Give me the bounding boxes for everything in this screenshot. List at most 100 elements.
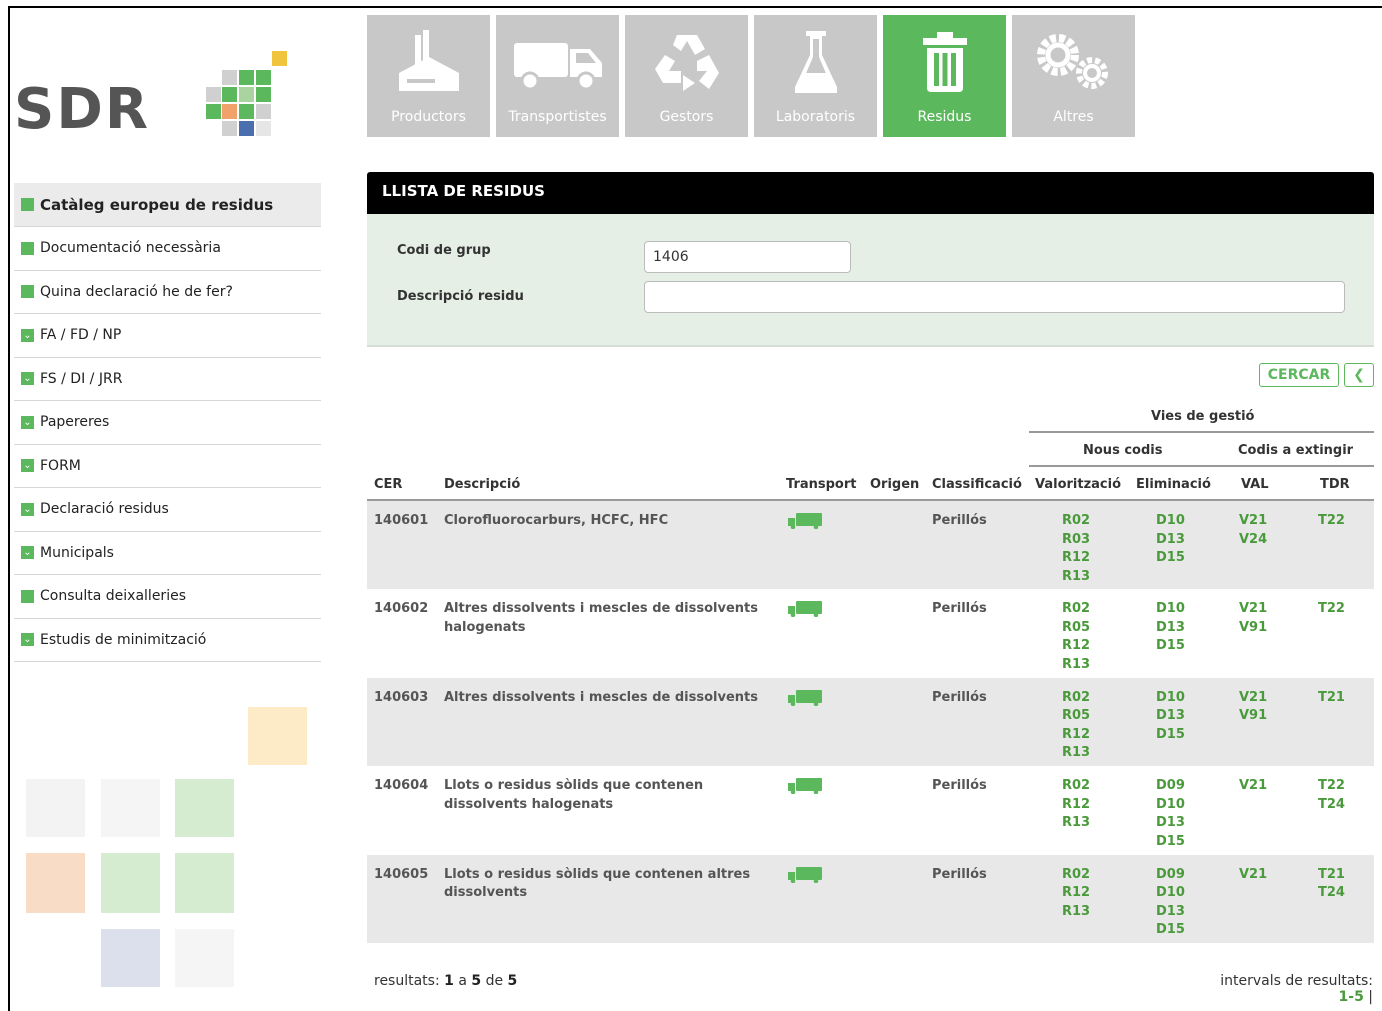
code-link[interactable]: R05 xyxy=(1062,619,1090,638)
tab-residus[interactable]: Residus xyxy=(883,15,1006,137)
code-link[interactable]: V21 xyxy=(1239,512,1267,531)
truck-icon[interactable] xyxy=(787,778,823,801)
code-link[interactable]: D15 xyxy=(1156,549,1185,568)
code-link[interactable]: R02 xyxy=(1062,689,1090,708)
tab-altres[interactable]: Altres xyxy=(1012,15,1135,137)
code-link[interactable]: T22 xyxy=(1318,512,1345,531)
truck-icon[interactable] xyxy=(787,513,823,536)
table-row[interactable]: 140603 Altres dissolvents i mescles de di… xyxy=(367,677,1374,766)
code-link[interactable]: D13 xyxy=(1156,707,1185,726)
sidebar-item-form[interactable]: ⌄ FORM xyxy=(14,445,321,488)
code-link[interactable]: R05 xyxy=(1062,707,1090,726)
code-link[interactable]: R02 xyxy=(1062,600,1090,619)
code-link[interactable]: R02 xyxy=(1062,866,1090,885)
sidebar-item-cataleg[interactable]: Catàleg europeu de residus xyxy=(14,183,321,227)
code-link[interactable]: T21 xyxy=(1318,866,1345,885)
logo-square xyxy=(222,70,237,85)
sidebar-item-label: FA / FD / NP xyxy=(40,327,122,344)
sdr-logo[interactable]: SDR xyxy=(14,48,294,138)
sidebar-item-municipals[interactable]: ⌄ Municipals xyxy=(14,532,321,575)
sidebar-item-declaracio-residus[interactable]: ⌄ Declaració residus xyxy=(14,488,321,532)
code-link[interactable]: D15 xyxy=(1156,637,1185,656)
code-link[interactable]: D10 xyxy=(1156,884,1185,903)
code-link[interactable]: V91 xyxy=(1239,707,1267,726)
back-button[interactable]: ❮ xyxy=(1344,363,1374,387)
code-link[interactable]: D10 xyxy=(1156,600,1185,619)
code-link[interactable]: R12 xyxy=(1062,726,1090,745)
truck-icon[interactable] xyxy=(787,601,823,624)
tab-label: Productors xyxy=(391,109,466,125)
sidebar-item-fa-fd-np[interactable]: ⌄ FA / FD / NP xyxy=(14,314,321,358)
code-link[interactable]: R03 xyxy=(1062,531,1090,550)
decorative-square xyxy=(26,779,85,837)
code-link[interactable]: R13 xyxy=(1062,744,1090,763)
tab-gestors[interactable]: Gestors xyxy=(625,15,748,137)
code-link[interactable]: V21 xyxy=(1239,777,1267,796)
tab-laboratoris[interactable]: Laboratoris xyxy=(754,15,877,137)
sidebar-item-estudis-minimitzacio[interactable]: ⌄ Estudis de minimització xyxy=(14,619,321,662)
code-link[interactable]: V21 xyxy=(1239,600,1267,619)
code-link[interactable]: D15 xyxy=(1156,921,1185,940)
code-link[interactable]: R12 xyxy=(1062,637,1090,656)
valoritzacio-codes: R02 R03 R12 R13 xyxy=(1062,512,1090,586)
sidebar-item-papereres[interactable]: ⌄ Papereres xyxy=(14,401,321,445)
code-link[interactable]: R12 xyxy=(1062,796,1090,815)
code-link[interactable]: D15 xyxy=(1156,833,1185,852)
group-code-input[interactable] xyxy=(644,241,851,273)
code-link[interactable]: R02 xyxy=(1062,512,1090,531)
code-link[interactable]: D10 xyxy=(1156,689,1185,708)
code-link[interactable]: D09 xyxy=(1156,777,1185,796)
interval-link[interactable]: 1-5 xyxy=(1339,989,1364,1005)
code-link[interactable]: D09 xyxy=(1156,866,1185,885)
code-link[interactable]: R13 xyxy=(1062,656,1090,675)
column-header-valoritzacio: Valorització xyxy=(1035,477,1122,492)
sidebar-item-fs-di-jrr[interactable]: ⌄ FS / DI / JRR xyxy=(14,358,321,401)
truck-icon[interactable] xyxy=(787,689,823,713)
code-link[interactable]: T21 xyxy=(1318,689,1345,708)
code-link[interactable]: R12 xyxy=(1062,549,1090,568)
code-link[interactable]: T22 xyxy=(1318,777,1345,796)
code-link[interactable]: V24 xyxy=(1239,531,1267,550)
logo-square xyxy=(239,121,254,136)
truck-icon[interactable] xyxy=(787,866,823,890)
code-link[interactable]: D10 xyxy=(1156,512,1185,531)
code-link[interactable]: D13 xyxy=(1156,903,1185,922)
logo-square xyxy=(239,87,254,102)
code-link[interactable]: D13 xyxy=(1156,619,1185,638)
sidebar-item-documentacio[interactable]: Documentació necessària xyxy=(14,227,321,271)
code-link[interactable]: V21 xyxy=(1239,866,1267,885)
sidebar-item-consulta-deixalleries[interactable]: Consulta deixalleries xyxy=(14,575,321,619)
tab-transportistes[interactable]: Transportistes xyxy=(496,15,619,137)
code-link[interactable]: T22 xyxy=(1318,600,1345,619)
table-row[interactable]: 140605 Llots o residus sòlids que contene… xyxy=(367,854,1374,943)
table-row[interactable]: 140602 Altres dissolvents i mescles de di… xyxy=(367,589,1374,678)
code-link[interactable]: V21 xyxy=(1239,689,1267,708)
code-link[interactable]: R13 xyxy=(1062,568,1090,587)
sidebar-item-label: Declaració residus xyxy=(40,501,169,518)
search-button[interactable]: CERCAR xyxy=(1259,363,1339,387)
chevron-down-icon: ⌄ xyxy=(21,328,34,342)
chevron-down-icon: ⌄ xyxy=(21,372,34,386)
code-link[interactable]: R12 xyxy=(1062,884,1090,903)
code-link[interactable]: D15 xyxy=(1156,726,1185,745)
code-link[interactable]: R13 xyxy=(1062,903,1090,922)
group-header: Vies de gestió xyxy=(1151,409,1255,424)
decorative-square xyxy=(101,779,160,837)
code-link[interactable]: D13 xyxy=(1156,814,1185,833)
tab-productors[interactable]: Productors xyxy=(367,15,490,137)
column-header-origin: Origen xyxy=(870,477,920,492)
table-row[interactable]: 140601 Clorofluorocarburs, HCFC, HFC Peril… xyxy=(367,501,1374,589)
code-link[interactable]: R02 xyxy=(1062,777,1090,796)
sidebar-item-quina-declaracio[interactable]: Quina declaració he de fer? xyxy=(14,271,321,314)
table-row[interactable]: 140604 Llots o residus sòlids que contene… xyxy=(367,766,1374,855)
code-link[interactable]: R13 xyxy=(1062,814,1090,833)
description-input[interactable] xyxy=(644,281,1345,313)
code-link[interactable]: T24 xyxy=(1318,796,1345,815)
code-link[interactable]: D10 xyxy=(1156,796,1185,815)
code-link[interactable]: V91 xyxy=(1239,619,1267,638)
code-link[interactable]: D13 xyxy=(1156,531,1185,550)
results-total: 5 xyxy=(507,973,518,989)
column-header-classification: Classificació xyxy=(932,477,1022,492)
val-codes: V21 xyxy=(1239,777,1267,796)
code-link[interactable]: T24 xyxy=(1318,884,1345,903)
